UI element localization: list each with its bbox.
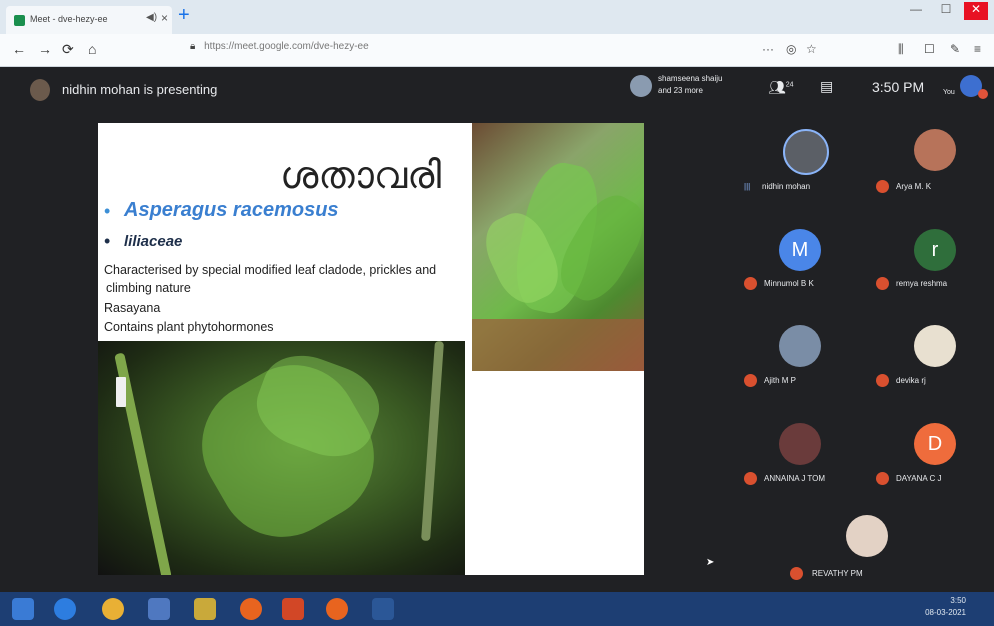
participant-avatar[interactable] bbox=[914, 325, 956, 367]
presenter-avatar bbox=[30, 79, 50, 101]
system-clock[interactable]: 3:50 08-03-2021 bbox=[925, 595, 966, 619]
home-icon[interactable]: ⌂ bbox=[88, 41, 96, 57]
tray-date: 08-03-2021 bbox=[925, 608, 966, 617]
participant-avatar[interactable]: r bbox=[914, 229, 956, 271]
participant-name: REVATHY PM bbox=[812, 569, 863, 578]
browser-nav-bar: ← → ⟳ ⌂ 🔒︎ https://meet.google.com/dve-h… bbox=[0, 34, 994, 67]
you-label: You bbox=[943, 89, 955, 96]
speaker-icon[interactable]: ◀) bbox=[146, 12, 157, 23]
reader-icon[interactable]: ☐ bbox=[924, 42, 935, 56]
muted-icon bbox=[790, 567, 803, 580]
pocket-icon[interactable]: ◎ bbox=[786, 42, 796, 56]
participant-avatar[interactable]: M bbox=[779, 229, 821, 271]
back-icon[interactable]: ← bbox=[12, 41, 26, 57]
mic-active-icon: ||| bbox=[744, 182, 751, 191]
slide-line: climbing nature bbox=[106, 281, 191, 295]
presentation-slide: ശതാവരി • Asperagus racemosus • liliaceae… bbox=[98, 123, 644, 575]
slide-line: Characterised by special modified leaf c… bbox=[104, 263, 437, 277]
participant-avatar bbox=[630, 75, 652, 97]
meet-window: nidhin mohan is presenting shamseena sha… bbox=[0, 67, 994, 592]
participant-name: DAYANA C J bbox=[896, 474, 942, 483]
lock-icon: 🔒︎ bbox=[190, 41, 196, 52]
participant-avatar[interactable] bbox=[779, 325, 821, 367]
word-icon[interactable] bbox=[372, 598, 394, 620]
mouse-cursor-icon: ➤ bbox=[706, 557, 715, 568]
participant-avatar[interactable] bbox=[779, 423, 821, 465]
people-icon[interactable]: 👥︎24 bbox=[768, 79, 794, 96]
self-muted-indicator bbox=[978, 89, 988, 99]
firefox-icon[interactable] bbox=[240, 598, 262, 620]
paint-icon[interactable] bbox=[194, 598, 216, 620]
bullet-icon: • bbox=[104, 201, 111, 221]
meet-favicon-icon bbox=[14, 15, 25, 26]
participant-avatar[interactable]: D bbox=[914, 423, 956, 465]
media-player-icon[interactable] bbox=[148, 598, 170, 620]
participant-avatar[interactable] bbox=[846, 515, 888, 557]
address-bar[interactable]: 🔒︎ https://meet.google.com/dve-hezy-ee bbox=[190, 41, 740, 59]
firefox-active-icon[interactable] bbox=[326, 598, 348, 620]
close-tab-icon[interactable]: × bbox=[161, 11, 168, 25]
participant-name: remya reshma bbox=[896, 279, 948, 288]
bookmark-star-icon[interactable]: ☆ bbox=[806, 42, 817, 56]
slide-line: Rasayana bbox=[104, 301, 161, 315]
participant-name: devika rj bbox=[896, 376, 926, 385]
participant-name: nidhin mohan bbox=[762, 182, 811, 191]
close-window-icon[interactable]: ✕ bbox=[964, 2, 988, 20]
slide-line: Contains plant phytohormones bbox=[104, 320, 274, 334]
window-controls: — ☐ ✕ bbox=[904, 2, 988, 22]
reload-icon[interactable]: ⟳ bbox=[62, 41, 74, 58]
people-count: 24 bbox=[785, 81, 794, 89]
bullet-icon: • bbox=[104, 231, 111, 251]
plant-photo-potted bbox=[472, 123, 644, 371]
presenting-banner: nidhin mohan is presenting bbox=[62, 82, 218, 97]
meeting-clock: 3:50 PM bbox=[872, 79, 925, 95]
minimize-icon[interactable]: — bbox=[904, 2, 928, 20]
participant-name: ANNAINA J TOM bbox=[764, 474, 826, 483]
new-tab-button[interactable]: + bbox=[178, 4, 190, 27]
family-name: liliaceae bbox=[124, 233, 183, 250]
plant-photo-closeup bbox=[98, 341, 465, 575]
participant-name: Minnumol B K bbox=[764, 279, 814, 288]
library-icon[interactable]: ⫼ bbox=[898, 42, 904, 57]
forward-icon[interactable]: → bbox=[38, 41, 52, 57]
muted-icon bbox=[876, 180, 889, 193]
muted-icon bbox=[876, 472, 889, 485]
slide-title: ശതാവരി bbox=[280, 155, 442, 197]
start-menu-icon[interactable] bbox=[12, 598, 34, 620]
menu-icon[interactable]: ≡ bbox=[974, 42, 981, 56]
browser-tab-bar: Meet - dve-hezy-ee ◀) × + — ☐ ✕ bbox=[0, 0, 994, 34]
species-name: Asperagus racemosus bbox=[124, 199, 339, 221]
muted-icon bbox=[744, 472, 757, 485]
muted-icon bbox=[876, 374, 889, 387]
participant-name: shamseena shaiju bbox=[658, 74, 723, 83]
internet-explorer-icon[interactable] bbox=[54, 598, 76, 620]
more-actions-icon[interactable]: ··· bbox=[762, 42, 774, 56]
muted-icon bbox=[744, 277, 757, 290]
participant-name: Arya M. K bbox=[896, 182, 932, 191]
participant-avatar[interactable] bbox=[783, 129, 829, 175]
maximize-icon[interactable]: ☐ bbox=[934, 2, 958, 20]
participant-more: and 23 more bbox=[658, 86, 703, 95]
chrome-icon[interactable] bbox=[102, 598, 124, 620]
muted-icon bbox=[876, 277, 889, 290]
tray-time: 3:50 bbox=[950, 596, 966, 605]
meet-tab[interactable]: Meet - dve-hezy-ee ◀) × bbox=[6, 6, 172, 34]
windows-taskbar: 3:50 08-03-2021 bbox=[0, 592, 994, 626]
muted-icon bbox=[744, 374, 757, 387]
participant-avatar[interactable] bbox=[914, 129, 956, 171]
tab-title: Meet - dve-hezy-ee bbox=[30, 14, 108, 24]
powerpoint-icon[interactable] bbox=[282, 598, 304, 620]
participant-name: Ajith M P bbox=[764, 376, 797, 385]
url-text: https://meet.google.com/dve-hezy-ee bbox=[204, 41, 369, 52]
chat-icon[interactable]: ▤ bbox=[820, 78, 833, 95]
extension-icon[interactable]: ✎ bbox=[950, 42, 960, 56]
